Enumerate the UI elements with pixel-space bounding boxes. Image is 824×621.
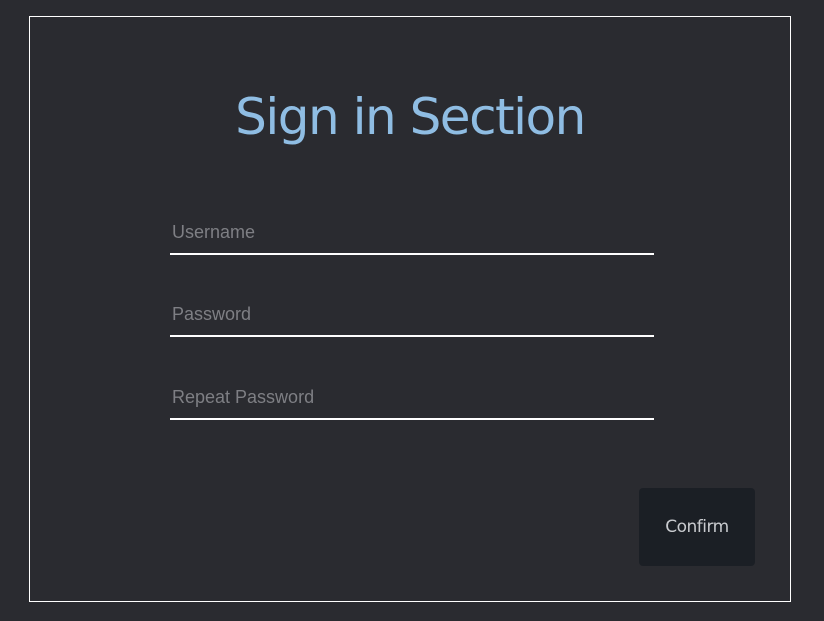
repeat-password-input[interactable] xyxy=(170,376,654,420)
username-input[interactable] xyxy=(170,211,654,255)
password-input[interactable] xyxy=(170,293,654,337)
confirm-button[interactable]: Confirm xyxy=(639,488,755,566)
page-title: Sign in Section xyxy=(235,88,586,146)
signin-panel: Sign in Section Confirm xyxy=(29,16,791,602)
